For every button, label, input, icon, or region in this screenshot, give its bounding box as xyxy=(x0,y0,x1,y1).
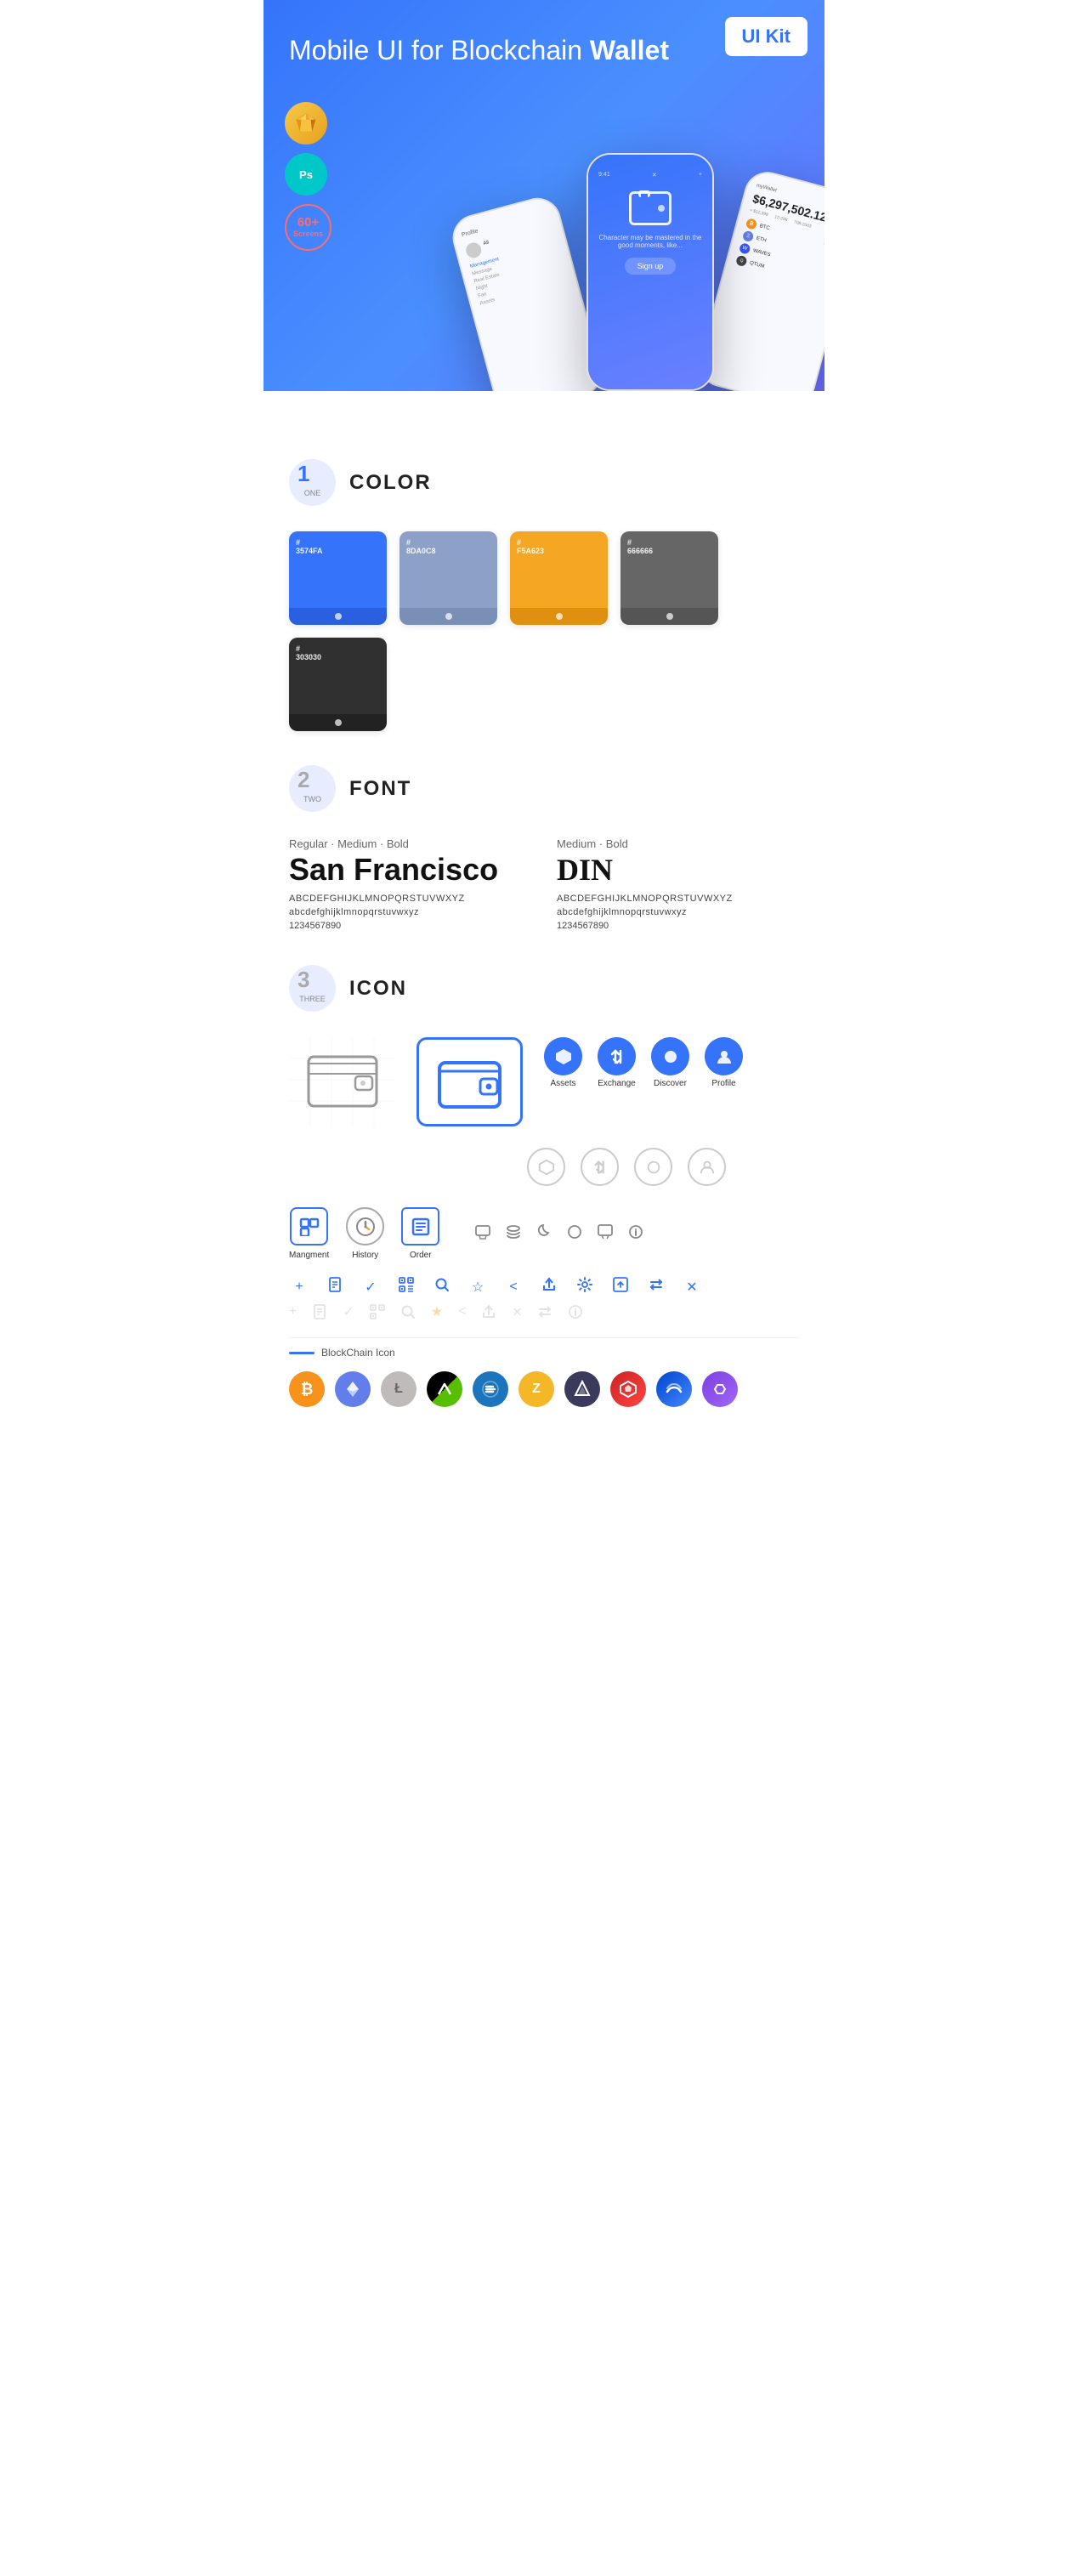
zcash-icon: Z xyxy=(518,1371,554,1407)
wallet-wireframe-container xyxy=(289,1037,395,1126)
blockchain-label: BlockChain Icon xyxy=(289,1347,799,1359)
litecoin-icon: Ł xyxy=(381,1371,416,1407)
assets-icon xyxy=(544,1037,582,1075)
labeled-icons-row: Mangment History xyxy=(289,1207,799,1260)
exchange-icon xyxy=(598,1037,636,1075)
management-icon xyxy=(290,1207,328,1245)
ui-kit-badge: UI Kit xyxy=(725,17,808,56)
sf-lowercase: abcdefghijklmnopqrstuvwxyz xyxy=(289,907,531,917)
din-lowercase: abcdefghijklmnopqrstuvwxyz xyxy=(557,907,799,917)
settings-icon xyxy=(575,1277,595,1297)
swatch-orange: #F5A623 xyxy=(510,531,608,625)
exchange-icon-outline xyxy=(581,1148,619,1186)
moon-icon xyxy=(535,1224,553,1243)
swap-icon xyxy=(646,1277,666,1297)
history-icon-item: History xyxy=(346,1207,384,1260)
section-3-circle: 3 THREE xyxy=(289,965,336,1012)
neo-icon xyxy=(427,1371,462,1407)
swatch-slate: #8DA0C8 xyxy=(400,531,497,625)
nav-icons-inactive xyxy=(527,1148,799,1186)
section-1-circle: 1 ONE xyxy=(289,459,336,506)
iota-icon xyxy=(564,1371,600,1407)
check-icon: ✓ xyxy=(360,1279,381,1296)
order-icon xyxy=(401,1207,439,1245)
nav-assets: Assets xyxy=(544,1037,582,1088)
sf-uppercase: ABCDEFGHIJKLMNOPQRSTUVWXYZ xyxy=(289,894,531,904)
misc-icons-row1 xyxy=(473,1224,645,1243)
font-sf: Regular · Medium · Bold San Francisco AB… xyxy=(289,837,531,931)
font-section-header: 2 TWO FONT xyxy=(289,765,799,812)
icon-section-header: 3 THREE ICON xyxy=(289,965,799,1012)
close-icon: ✕ xyxy=(682,1279,702,1296)
hero-section: Mobile UI for Blockchain Wallet UI Kit P… xyxy=(264,0,824,391)
stack-icon xyxy=(504,1224,523,1243)
qr-icon xyxy=(396,1277,416,1297)
phone-center: 9:41 ✕ + Character may be mastered in th… xyxy=(586,153,714,391)
speech-bubble-icon xyxy=(596,1224,615,1243)
ethereum-icon xyxy=(335,1371,371,1407)
history-icon xyxy=(346,1207,384,1245)
utility-icons-inactive: + ✓ ★ < ✕ xyxy=(289,1303,799,1320)
star-icon: ☆ xyxy=(468,1279,488,1296)
main-content: 1 ONE COLOR #3574FA #8DA0C8 #F5A623 xyxy=(264,391,824,1467)
color-section-title: COLOR xyxy=(349,471,432,495)
sketch-icon xyxy=(285,102,327,145)
icon-section-title: ICON xyxy=(349,977,407,1001)
font-examples: Regular · Medium · Bold San Francisco AB… xyxy=(289,837,799,931)
din-numbers: 1234567890 xyxy=(557,921,799,931)
management-icon-item: Mangment xyxy=(289,1207,329,1260)
search-icon xyxy=(432,1277,452,1297)
circle-icon xyxy=(565,1224,584,1243)
din-style: Medium · Bold xyxy=(557,837,799,850)
din-uppercase: ABCDEFGHIJKLMNOPQRSTUVWXYZ xyxy=(557,894,799,904)
section-2-circle: 2 TWO xyxy=(289,765,336,812)
profile-icon-outline xyxy=(688,1148,726,1186)
din-name: DIN xyxy=(557,854,799,885)
sf-name: San Francisco xyxy=(289,854,531,885)
ark-icon xyxy=(610,1371,646,1407)
doc-icon xyxy=(325,1277,345,1297)
utility-icons-active: + ✓ ☆ xyxy=(289,1277,799,1297)
bitcoin-icon: ₿ xyxy=(289,1371,325,1407)
back-icon: < xyxy=(503,1279,524,1295)
discover-icon-outline xyxy=(634,1148,672,1186)
profile-icon xyxy=(705,1037,743,1075)
swatch-blue: #3574FA xyxy=(289,531,387,625)
swatch-dark: #303030 xyxy=(289,638,387,731)
upload-icon xyxy=(610,1277,631,1297)
swatch-gray: #666666 xyxy=(620,531,718,625)
dash-icon xyxy=(473,1371,508,1407)
nav-exchange: Exchange xyxy=(598,1037,636,1088)
font-din: Medium · Bold DIN ABCDEFGHIJKLMNOPQRSTUV… xyxy=(557,837,799,931)
photoshop-icon: Ps xyxy=(285,153,327,196)
phone-left: Profile All Management Message Real Esta… xyxy=(447,193,607,391)
polygon-icon xyxy=(702,1371,738,1407)
assets-icon-outline xyxy=(527,1148,565,1186)
discover-icon xyxy=(651,1037,689,1075)
nav-icons-active: Assets Exchange xyxy=(544,1037,743,1088)
nav-profile: Profile xyxy=(705,1037,743,1088)
sf-style: Regular · Medium · Bold xyxy=(289,837,531,850)
hero-icons: Ps 60+ Screens xyxy=(285,102,332,251)
waves-icon xyxy=(656,1371,692,1407)
color-swatches: #3574FA #8DA0C8 #F5A623 #666666 xyxy=(289,531,799,731)
divider xyxy=(289,1337,799,1338)
wallet-icon-blue xyxy=(416,1037,523,1126)
share-icon xyxy=(539,1277,559,1297)
plus-icon: + xyxy=(289,1279,309,1295)
screens-badge: 60+ Screens xyxy=(285,204,332,251)
info-icon xyxy=(626,1224,645,1243)
crypto-icons-row: ₿ Ł Z xyxy=(289,1371,799,1407)
phone-mockups: Profile All Management Message Real Esta… xyxy=(468,153,824,391)
order-icon-item: Order xyxy=(401,1207,439,1260)
font-section-title: FONT xyxy=(349,777,411,801)
color-section-header: 1 ONE COLOR xyxy=(289,459,799,506)
icon-examples: Assets Exchange xyxy=(289,1037,799,1407)
blockchain-line xyxy=(289,1352,314,1354)
nav-discover: Discover xyxy=(651,1037,689,1088)
blockchain-text: BlockChain Icon xyxy=(321,1347,395,1359)
sf-numbers: 1234567890 xyxy=(289,921,531,931)
chat-icon xyxy=(473,1224,492,1243)
hero-title: Mobile UI for Blockchain Wallet xyxy=(289,34,799,66)
